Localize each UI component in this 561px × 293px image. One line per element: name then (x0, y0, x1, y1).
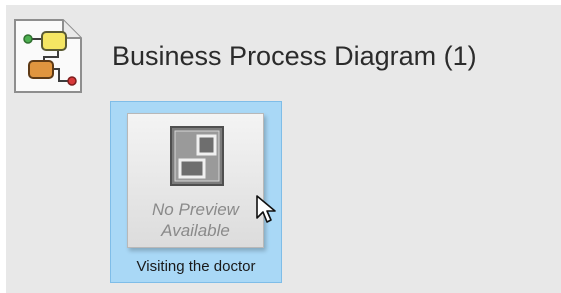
diagram-preview-icon (170, 126, 224, 186)
no-preview-line: No Preview (152, 200, 239, 219)
mouse-pointer-icon (254, 193, 280, 225)
no-preview-text: No Preview Available (128, 199, 263, 241)
available-line: Available (161, 221, 230, 240)
diagram-tile-visiting-the-doctor[interactable]: No Preview Available Visiting the doctor (110, 101, 282, 283)
diagram-gallery: Business Process Diagram (1) No Preview … (0, 0, 561, 293)
group-title: Business Process Diagram (1) (112, 41, 477, 71)
diagram-name-label: Visiting the doctor (136, 258, 256, 275)
diagram-thumbnail[interactable]: No Preview Available (127, 113, 264, 248)
business-process-diagram-icon (11, 17, 84, 95)
